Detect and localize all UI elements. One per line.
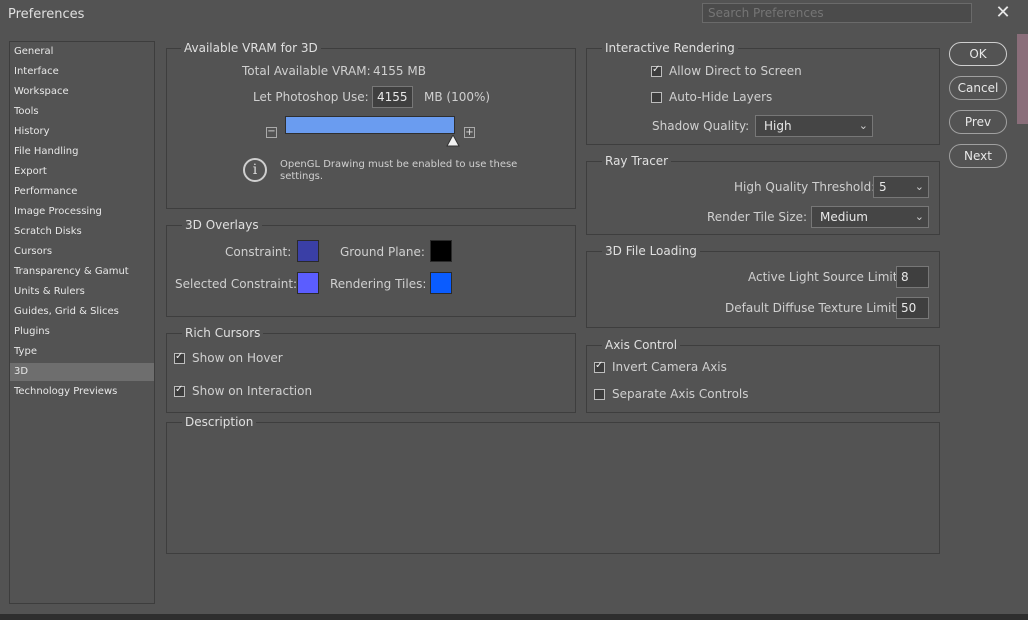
show-on-interaction-checkbox[interactable] <box>174 384 185 397</box>
show-on-interaction-label: Show on Interaction <box>192 384 313 398</box>
show-on-hover-label: Show on Hover <box>192 351 283 365</box>
sidebar-item-transparency-gamut[interactable]: Transparency & Gamut <box>10 263 154 281</box>
chevron-down-icon: ⌄ <box>858 119 868 132</box>
sidebar-item-interface[interactable]: Interface <box>10 63 154 81</box>
separate-axis-checkbox[interactable] <box>594 389 605 400</box>
use-vram-unit: MB (100%) <box>424 90 491 104</box>
axis-control-title: Axis Control <box>602 338 681 352</box>
use-vram-input[interactable]: 4155 <box>372 86 413 108</box>
texture-limit-label: Default Diffuse Texture Limit: <box>725 301 901 315</box>
constraint-color-swatch[interactable] <box>297 240 319 262</box>
threshold-value: 5 <box>879 180 887 194</box>
shadow-quality-value: High <box>764 119 792 133</box>
overlays-title: 3D Overlays <box>182 218 262 232</box>
selected-constraint-color-swatch[interactable] <box>297 272 319 294</box>
vram-slider-fill <box>286 117 454 133</box>
sidebar-item-workspace[interactable]: Workspace <box>10 83 154 101</box>
file-loading-title: 3D File Loading <box>602 244 700 258</box>
description-group <box>166 422 940 554</box>
prev-button[interactable]: Prev <box>949 110 1007 134</box>
rendering-tiles-color-swatch[interactable] <box>430 272 452 294</box>
search-input[interactable] <box>702 3 972 23</box>
render-tile-label: Render Tile Size: <box>707 210 808 224</box>
sidebar-item-performance[interactable]: Performance <box>10 183 154 201</box>
background-app-strip <box>1017 34 1028 124</box>
sidebar-item-general[interactable]: General <box>10 43 154 61</box>
sidebar-item-file-handling[interactable]: File Handling <box>10 143 154 161</box>
rendering-tiles-label: Rendering Tiles: <box>330 277 427 291</box>
separate-axis-label: Separate Axis Controls <box>612 387 749 401</box>
axis-control-group <box>586 345 940 413</box>
threshold-select[interactable]: 5 ⌄ <box>873 176 929 198</box>
interactive-rendering-title: Interactive Rendering <box>602 41 738 55</box>
render-tile-select[interactable]: Medium ⌄ <box>811 206 929 228</box>
sidebar-item-scratch-disks[interactable]: Scratch Disks <box>10 223 154 241</box>
use-vram-label: Let Photoshop Use: <box>253 90 369 104</box>
rich-cursors-title: Rich Cursors <box>182 326 264 340</box>
allow-direct-checkbox[interactable] <box>651 64 662 77</box>
sidebar-item-cursors[interactable]: Cursors <box>10 243 154 261</box>
sidebar-item-export[interactable]: Export <box>10 163 154 181</box>
sidebar-item-guides-grid-slices[interactable]: Guides, Grid & Slices <box>10 303 154 321</box>
constraint-label: Constraint: <box>225 245 292 259</box>
selected-constraint-label: Selected Constraint: <box>175 277 298 291</box>
sidebar-item-type[interactable]: Type <box>10 343 154 361</box>
minus-icon[interactable]: − <box>266 127 277 138</box>
bottom-bar <box>0 614 1028 620</box>
render-tile-value: Medium <box>820 210 868 224</box>
shadow-quality-label: Shadow Quality: <box>652 119 750 133</box>
ground-plane-label: Ground Plane: <box>340 245 425 259</box>
sidebar-item-3d[interactable]: 3D <box>10 363 154 381</box>
ok-button[interactable]: OK <box>949 42 1007 66</box>
sidebar-item-history[interactable]: History <box>10 123 154 141</box>
plus-icon[interactable]: + <box>464 127 475 138</box>
threshold-label: High Quality Threshold: <box>734 180 876 194</box>
next-button[interactable]: Next <box>949 144 1007 168</box>
allow-direct-label: Allow Direct to Screen <box>669 64 802 78</box>
texture-limit-input[interactable]: 50 <box>896 297 929 319</box>
chevron-down-icon: ⌄ <box>914 210 924 223</box>
chevron-down-icon: ⌄ <box>914 180 924 193</box>
sidebar-item-tools[interactable]: Tools <box>10 103 154 121</box>
sidebar-item-technology-previews[interactable]: Technology Previews <box>10 383 154 401</box>
shadow-quality-select[interactable]: High ⌄ <box>755 115 873 137</box>
window-title: Preferences <box>8 7 85 22</box>
vram-slider-thumb[interactable] <box>446 135 460 147</box>
info-icon: i <box>243 158 267 182</box>
sidebar: General Interface Workspace Tools History Fil… <box>9 41 155 604</box>
total-vram-label: Total Available VRAM: <box>242 64 371 78</box>
info-text-line2: settings. <box>280 171 324 182</box>
file-loading-group <box>586 251 940 328</box>
auto-hide-checkbox[interactable] <box>651 92 662 103</box>
rich-cursors-group <box>166 333 576 413</box>
invert-camera-label: Invert Camera Axis <box>612 360 727 374</box>
ray-tracer-title: Ray Tracer <box>602 154 672 168</box>
info-text-line1: OpenGL Drawing must be enabled to use th… <box>280 159 518 170</box>
overlays-group <box>166 225 576 317</box>
light-source-input[interactable]: 8 <box>896 266 929 288</box>
close-icon[interactable]: ✕ <box>994 4 1012 22</box>
total-vram-value: 4155 MB <box>373 64 426 78</box>
sidebar-item-plugins[interactable]: Plugins <box>10 323 154 341</box>
vram-slider-track[interactable] <box>285 116 455 134</box>
show-on-hover-checkbox[interactable] <box>174 351 185 364</box>
sidebar-item-units-rulers[interactable]: Units & Rulers <box>10 283 154 301</box>
cancel-button[interactable]: Cancel <box>949 76 1007 100</box>
light-source-label: Active Light Source Limit: <box>748 270 902 284</box>
description-title: Description <box>182 415 257 429</box>
auto-hide-label: Auto-Hide Layers <box>669 90 773 104</box>
ground-plane-color-swatch[interactable] <box>430 240 452 262</box>
sidebar-item-image-processing[interactable]: Image Processing <box>10 203 154 221</box>
vram-title: Available VRAM for 3D <box>181 41 321 55</box>
invert-camera-checkbox[interactable] <box>594 360 605 373</box>
